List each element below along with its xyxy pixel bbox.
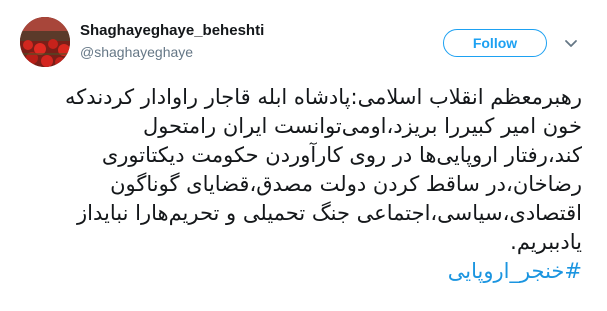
avatar[interactable] <box>20 17 70 67</box>
tweet-text: رهبرمعظم انقلاب اسلامی:پادشاه ابله قاجار… <box>20 83 582 286</box>
hashtag-link[interactable]: #خنجر_اروپایی <box>20 257 582 286</box>
tweet-card: Shaghayeghaye_beheshti @shaghayeghaye Fo… <box>0 0 607 311</box>
tweet-text-line: کند،رفتار اروپایی‌ها در روی کارآوردن حکو… <box>101 143 582 167</box>
follow-button[interactable]: Follow <box>443 29 547 57</box>
user-handle[interactable]: @shaghayeghaye <box>80 44 193 60</box>
avatar-image <box>20 17 70 67</box>
chevron-down-icon[interactable] <box>563 36 579 50</box>
tweet-text-line: یادببریم. <box>510 230 582 254</box>
display-name[interactable]: Shaghayeghaye_beheshti <box>80 22 264 39</box>
tweet-text-line: رهبرمعظم انقلاب اسلامی:پادشاه ابله قاجار… <box>65 85 582 109</box>
tweet-text-line: خون امیر کبیررا بریزد،اومی‌توانست ایران … <box>142 114 582 138</box>
tweet-text-line: رضاخان،در ساقط کردن دولت مصدق،قضایای گون… <box>110 172 582 196</box>
tweet-text-line: اقتصادی،سیاسی،اجتماعی جنگ تحمیلی و تحریم… <box>77 201 582 225</box>
follow-button-label: Follow <box>472 35 518 51</box>
